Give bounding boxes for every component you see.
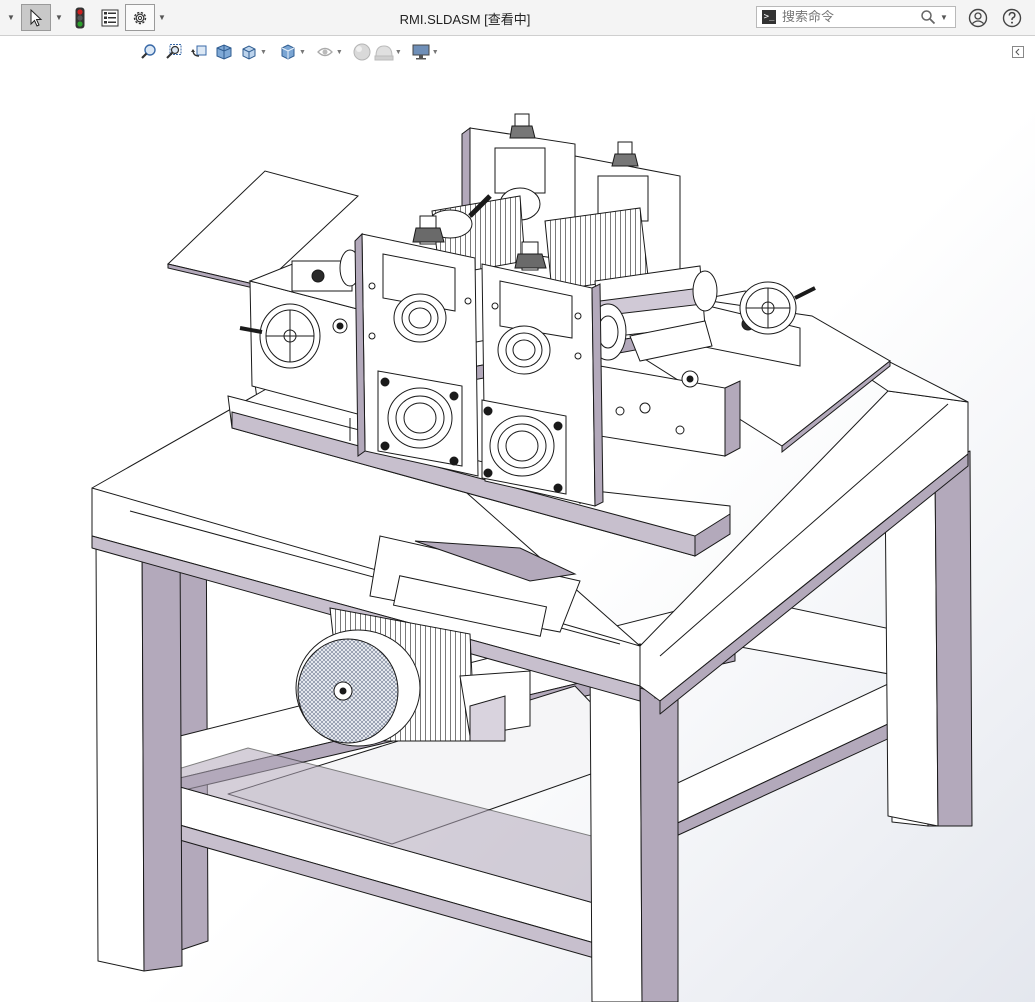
property-manager-button[interactable]: [97, 4, 123, 31]
search-commands-box: >_ ▼: [756, 6, 956, 28]
search-input[interactable]: [782, 9, 912, 25]
property-manager-icon: [101, 9, 119, 26]
frame-leg-front-left: [95, 530, 145, 972]
window-title: RMI.SLDASM [查看中]: [399, 12, 531, 27]
chevron-down-icon: ▼: [55, 13, 63, 22]
user-icon: [968, 8, 988, 27]
traffic-light-icon: [75, 7, 85, 28]
help-question-icon: [1002, 8, 1022, 27]
help-button[interactable]: [1000, 4, 1024, 31]
chevron-down-icon: ▼: [7, 13, 15, 22]
command-prompt-icon: >_: [762, 10, 776, 24]
rebuild-status-button[interactable]: [70, 4, 90, 31]
frame-lower-right-rail: [649, 675, 906, 837]
options-button[interactable]: [125, 4, 155, 31]
top-toolbar: ▼ ▼ ▼ RMI.SLDASM [查看中] >_ 搜索命令 ▼: [0, 0, 1035, 36]
select-arrow-icon: [30, 8, 43, 27]
search-icon[interactable]: [920, 9, 936, 25]
chevron-down-icon: ▼: [158, 13, 166, 22]
menu-caret-button[interactable]: ▼: [4, 4, 18, 31]
gear-icon: [133, 11, 147, 24]
select-button[interactable]: [21, 4, 51, 31]
search-caret-icon[interactable]: ▼: [940, 13, 948, 22]
user-account-button[interactable]: [966, 4, 990, 31]
options-caret-button[interactable]: ▼: [156, 4, 168, 31]
assembly-model[interactable]: [0, 36, 1035, 1002]
status-red: [77, 8, 83, 15]
graphics-viewport[interactable]: ▼ ▼ ▼ ▼ ▼: [0, 36, 1035, 1002]
select-caret-button[interactable]: ▼: [53, 4, 65, 31]
